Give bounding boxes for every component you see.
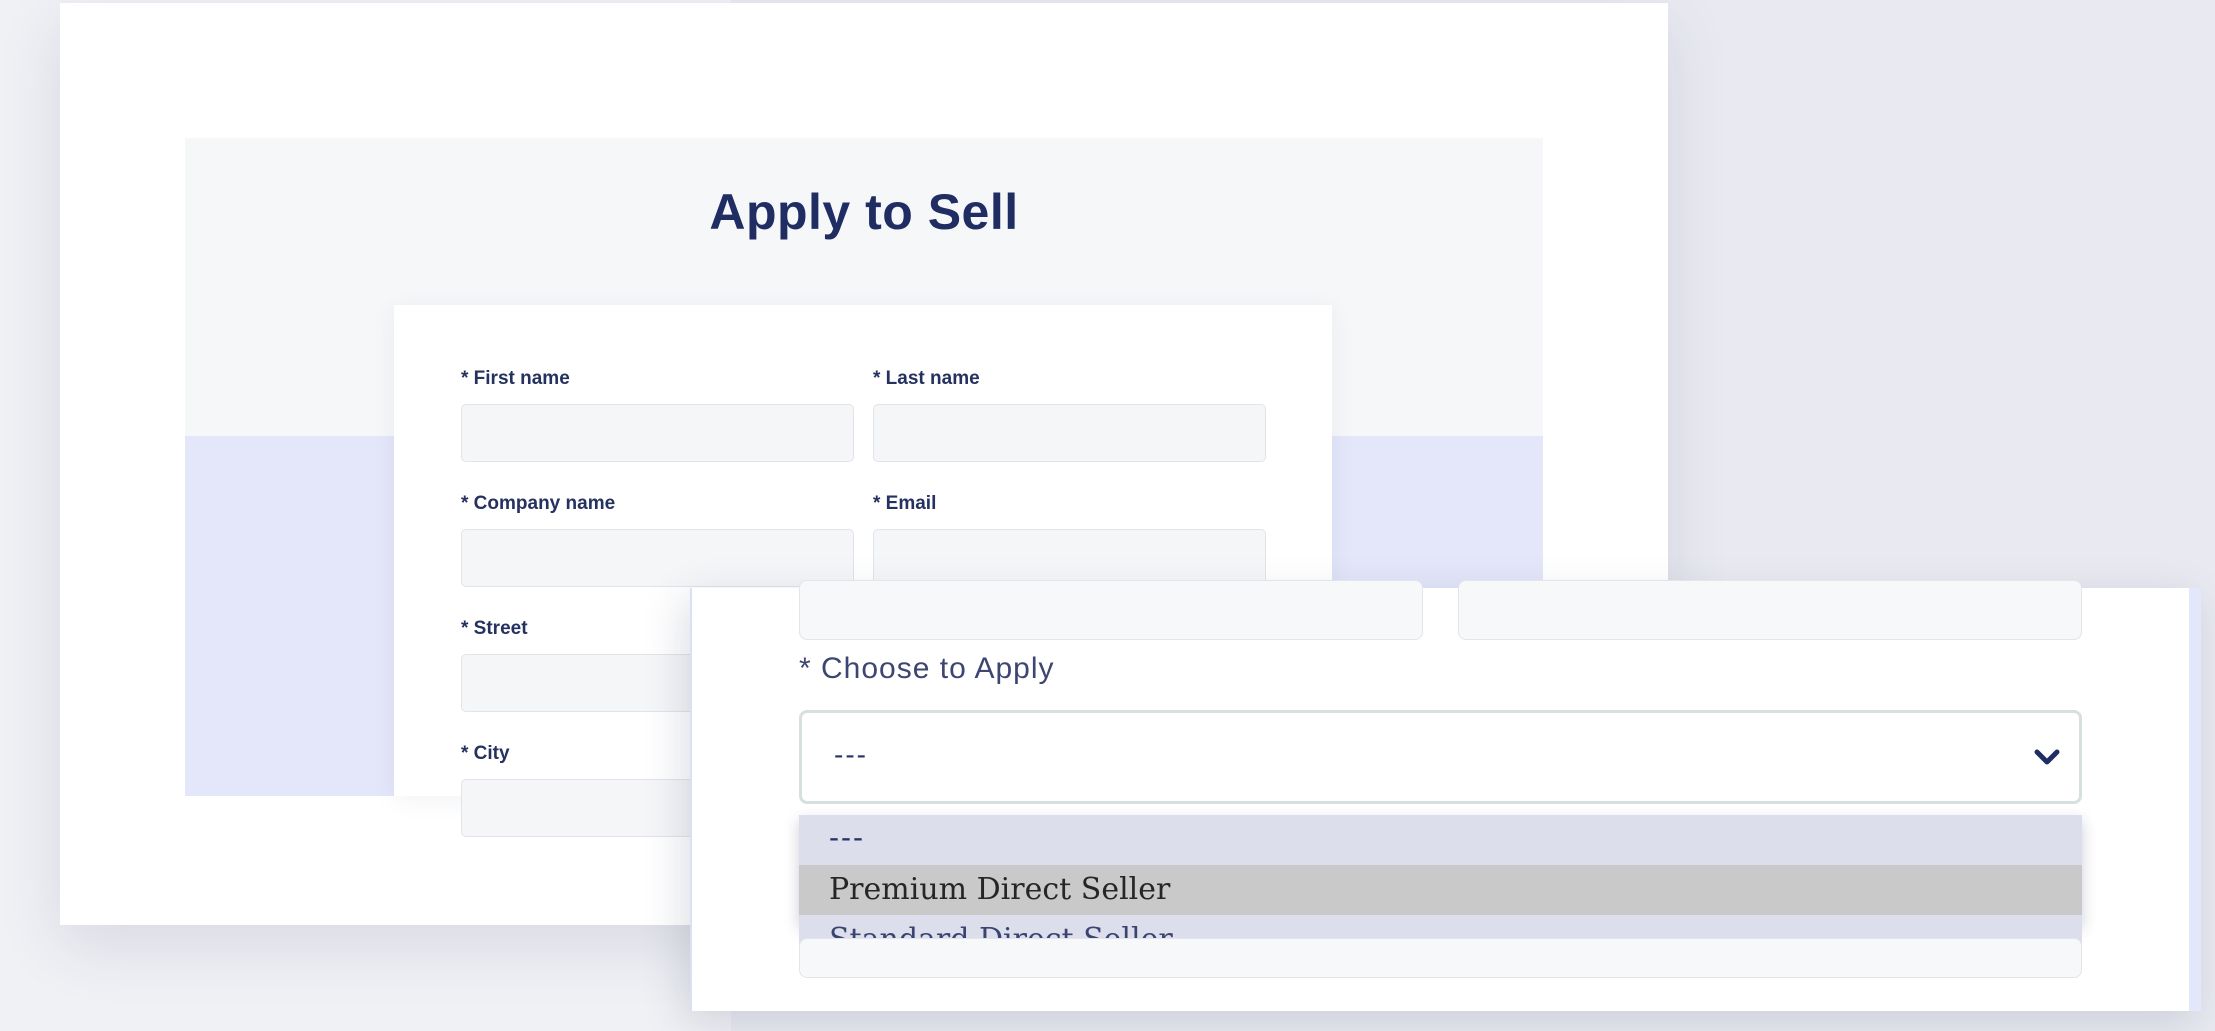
- option-placeholder[interactable]: ---: [799, 815, 2082, 865]
- chevron-down-icon[interactable]: [2033, 745, 2061, 769]
- choose-to-apply-label: * Choose to Apply: [799, 652, 1055, 685]
- next-field-input[interactable]: [799, 938, 2082, 978]
- select-options-list: --- Premium Direct Seller Standard Direc…: [799, 815, 2082, 965]
- email-input[interactable]: [873, 529, 1266, 587]
- last-name-label: * Last name: [873, 368, 980, 389]
- city-label: * City: [461, 743, 510, 764]
- select-current-value: ---: [834, 739, 868, 770]
- choose-to-apply-select[interactable]: ---: [799, 710, 2082, 804]
- email-label: * Email: [873, 493, 937, 514]
- company-name-input[interactable]: [461, 529, 854, 587]
- first-name-input[interactable]: [461, 404, 854, 462]
- page-title: Apply to Sell: [709, 184, 1019, 240]
- street-label: * Street: [461, 618, 528, 639]
- zoomed-select-panel: * Choose to Apply --- --- Premium Direct…: [690, 580, 2201, 1011]
- option-premium-direct-seller[interactable]: Premium Direct Seller: [799, 865, 2082, 915]
- last-name-input[interactable]: [873, 404, 1266, 462]
- first-name-label: * First name: [461, 368, 570, 389]
- previous-field-input-right[interactable]: [1458, 580, 2082, 640]
- company-name-label: * Company name: [461, 493, 616, 514]
- previous-field-input[interactable]: [799, 580, 1423, 640]
